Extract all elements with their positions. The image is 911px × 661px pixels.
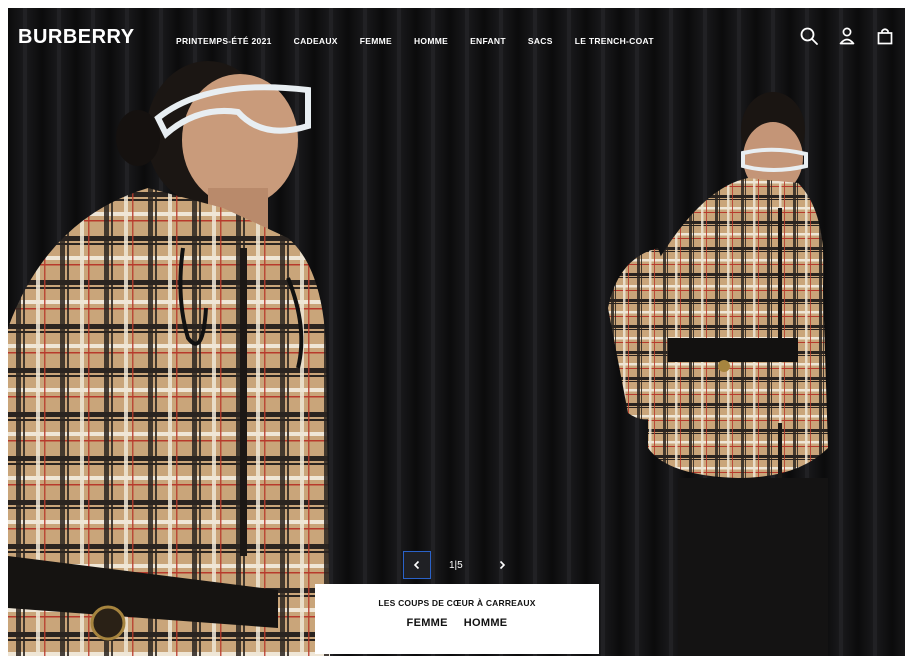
nav-item-sacs[interactable]: SACS <box>528 36 553 46</box>
promo-links: FEMME HOMME <box>315 617 599 629</box>
promo-link-femme[interactable]: FEMME <box>407 617 448 629</box>
nav-item-enfant[interactable]: ENFANT <box>470 36 506 46</box>
nav-item-le-trench-coat[interactable]: LE TRENCH-COAT <box>575 36 654 46</box>
chevron-right-icon <box>499 560 505 570</box>
promo-caption-box: LES COUPS DE CŒUR À CARREAUX FEMME HOMME <box>315 584 599 654</box>
shopping-bag-icon[interactable] <box>875 26 895 46</box>
chevron-left-icon <box>413 560 420 570</box>
nav-item-cadeaux[interactable]: CADEAUX <box>294 36 338 46</box>
site-header: BURBERRY PRINTEMPS-ÉTÉ 2021 CADEAUX FEMM… <box>8 8 905 72</box>
page-frame: BURBERRY PRINTEMPS-ÉTÉ 2021 CADEAUX FEMM… <box>8 8 905 656</box>
carousel-controls: 1|5 <box>403 550 511 580</box>
nav-item-femme[interactable]: FEMME <box>360 36 392 46</box>
account-icon[interactable] <box>837 26 857 46</box>
nav-item-homme[interactable]: HOMME <box>414 36 448 46</box>
carousel-counter: 1|5 <box>449 559 463 571</box>
promo-title: LES COUPS DE CŒUR À CARREAUX <box>378 598 536 608</box>
main-navigation: PRINTEMPS-ÉTÉ 2021 CADEAUX FEMME HOMME E… <box>176 36 676 46</box>
burberry-logo[interactable]: BURBERRY <box>18 26 135 49</box>
header-icons <box>799 26 895 46</box>
search-icon[interactable] <box>799 26 819 46</box>
nav-item-printemps-ete-2021[interactable]: PRINTEMPS-ÉTÉ 2021 <box>176 36 272 46</box>
carousel-prev-button[interactable] <box>403 551 431 579</box>
promo-link-homme[interactable]: HOMME <box>464 617 508 629</box>
carousel-next-button[interactable] <box>493 551 511 579</box>
